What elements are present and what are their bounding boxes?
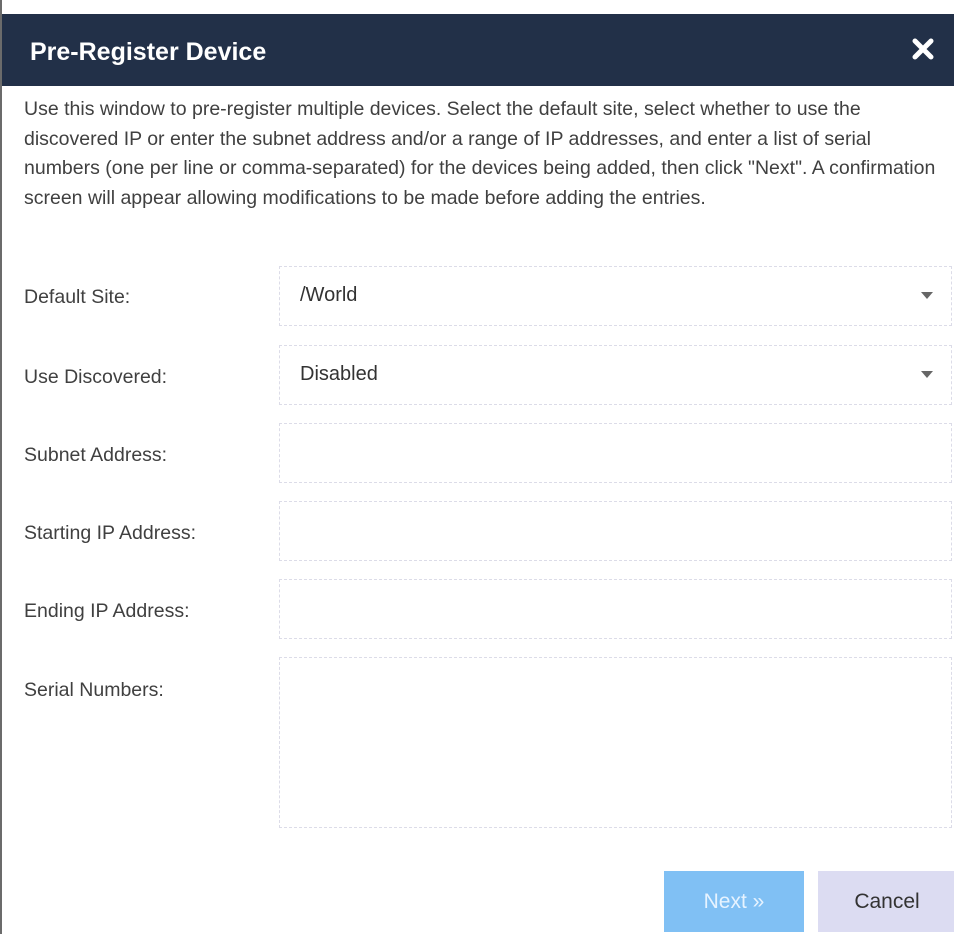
subnet-address-label: Subnet Address: — [24, 444, 168, 466]
dialog-titlebar: Pre-Register Device — [2, 0, 954, 86]
use-discovered-select[interactable]: Disabled — [279, 345, 952, 405]
pre-register-device-dialog: Pre-Register Device Use this window to p… — [0, 0, 954, 934]
serial-numbers-textarea[interactable] — [279, 657, 952, 828]
dialog-title: Pre-Register Device — [30, 38, 267, 66]
default-site-select[interactable]: /World — [279, 266, 952, 326]
dialog-description: Use this window to pre-register multiple… — [24, 98, 936, 209]
chevron-down-icon — [921, 371, 933, 378]
ending-ip-input[interactable] — [279, 579, 952, 639]
ending-ip-label: Ending IP Address: — [24, 600, 190, 622]
default-site-value: /World — [300, 284, 358, 306]
chevron-down-icon — [921, 292, 933, 299]
serial-numbers-label: Serial Numbers: — [24, 679, 164, 701]
subnet-address-input[interactable] — [279, 423, 952, 483]
close-icon — [912, 38, 934, 60]
starting-ip-input[interactable] — [279, 501, 952, 561]
next-button[interactable]: Next » — [664, 871, 804, 932]
default-site-label: Default Site: — [24, 286, 131, 308]
cancel-button[interactable]: Cancel — [818, 871, 954, 932]
close-button[interactable] — [910, 36, 936, 62]
use-discovered-label: Use Discovered: — [24, 366, 168, 388]
starting-ip-label: Starting IP Address: — [24, 522, 196, 544]
use-discovered-value: Disabled — [300, 363, 378, 385]
